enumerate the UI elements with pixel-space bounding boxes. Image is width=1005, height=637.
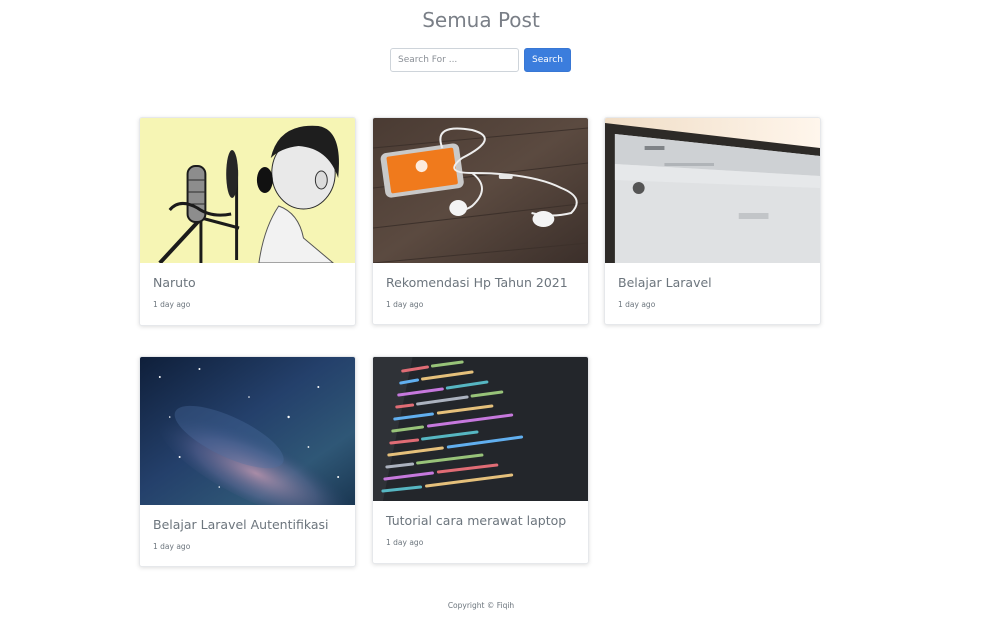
post-date: 1 day ago <box>153 542 191 551</box>
footer-copyright: Copyright © Fiqih <box>447 601 515 610</box>
search-form: Search <box>390 48 571 72</box>
phone-earphones-image[interactable] <box>373 118 588 263</box>
page-title: Semua Post <box>422 8 540 32</box>
post-card[interactable]: Naruto 1 day ago <box>139 117 356 326</box>
post-card[interactable]: Rekomendasi Hp Tahun 2021 1 day ago <box>372 117 589 325</box>
post-date: 1 day ago <box>386 300 424 309</box>
post-card[interactable]: Belajar Laravel 1 day ago <box>604 117 821 325</box>
post-title[interactable]: Naruto <box>140 263 355 290</box>
post-date: 1 day ago <box>386 538 424 547</box>
post-title[interactable]: Rekomendasi Hp Tahun 2021 <box>373 263 588 290</box>
post-title[interactable]: Tutorial cara merawat laptop <box>373 501 588 528</box>
night-sky-image[interactable] <box>140 357 355 505</box>
post-title[interactable]: Belajar Laravel Autentifikasi <box>140 505 355 532</box>
singer-microphone-image[interactable] <box>140 118 355 263</box>
post-card[interactable]: Tutorial cara merawat laptop 1 day ago <box>372 356 589 564</box>
post-card[interactable]: Belajar Laravel Autentifikasi 1 day ago <box>139 356 356 567</box>
code-screen-image[interactable] <box>373 357 588 501</box>
search-input[interactable] <box>390 48 519 72</box>
post-title[interactable]: Belajar Laravel <box>605 263 820 290</box>
post-date: 1 day ago <box>153 300 191 309</box>
search-button[interactable]: Search <box>524 48 571 72</box>
post-date: 1 day ago <box>618 300 656 309</box>
monitor-browser-image[interactable] <box>605 118 820 263</box>
